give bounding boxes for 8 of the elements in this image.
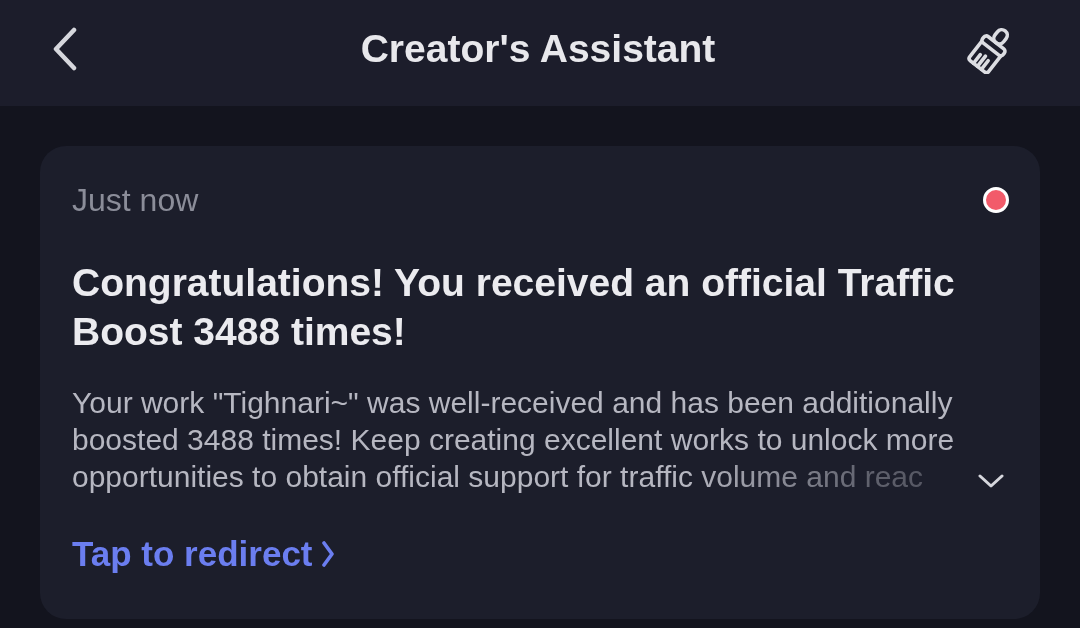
- timestamp: Just now: [72, 182, 199, 218]
- chevron-down-icon[interactable]: [978, 473, 1004, 489]
- notification-title: Congratulations! You received an official Traffic Boost 3488 times!: [72, 260, 956, 355]
- chevron-left-icon[interactable]: [52, 27, 78, 71]
- chevron-right-icon: [320, 541, 335, 567]
- page-title: Creator's Assistant: [359, 26, 716, 72]
- redirect-link[interactable]: Tap to redirect: [72, 533, 335, 575]
- notification-text: Your work "Tighnari~" was well-received and has been additionally boosted 3488 times! Keep creating excellent works to unlock more opportunities to obtain official support for traffic volume and reac: [72, 385, 956, 495]
